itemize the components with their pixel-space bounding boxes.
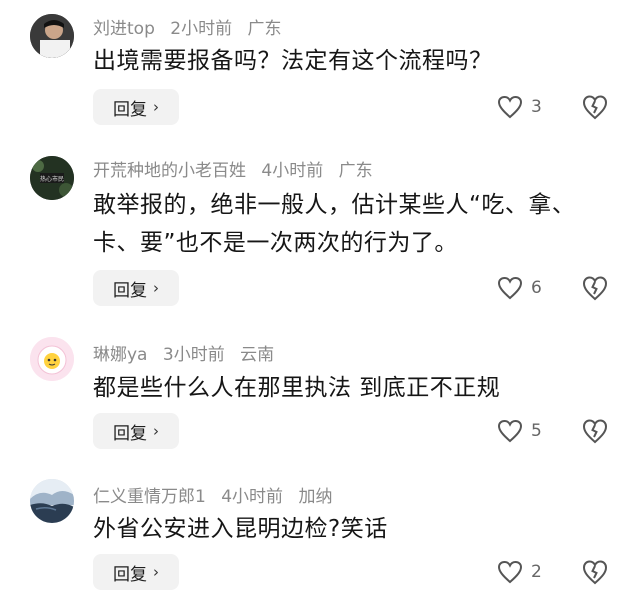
username[interactable]: 琳娜ya [93, 345, 147, 365]
chevron-right-icon: › [153, 98, 159, 116]
chevron-right-icon: › [153, 279, 159, 297]
dislike-button[interactable] [581, 274, 609, 302]
comment-text: 外省公安进入昆明边检?笑话 [93, 516, 388, 542]
timestamp: 4小时前 [261, 161, 324, 181]
comment-text: 出境需要报备吗？法定有这个流程吗？ [93, 48, 493, 74]
broken-heart-icon [582, 95, 608, 120]
heart-icon [497, 95, 523, 119]
reply-button[interactable]: 回复 › [93, 413, 179, 449]
dislike-button[interactable] [581, 558, 609, 586]
like-button[interactable]: 6 [497, 274, 542, 302]
avatar[interactable] [30, 14, 74, 58]
svg-text:热心市民: 热心市民 [40, 175, 64, 183]
reply-label: 回复 [113, 280, 147, 301]
broken-heart-icon [582, 419, 608, 444]
timestamp: 4小时前 [221, 487, 284, 507]
username[interactable]: 刘进top [93, 19, 155, 39]
reply-button[interactable]: 回复 › [93, 270, 179, 306]
heart-icon [497, 419, 523, 443]
timestamp: 3小时前 [162, 345, 225, 365]
reply-button[interactable]: 回复 › [93, 554, 179, 590]
like-count: 6 [531, 278, 542, 298]
like-button[interactable]: 3 [497, 93, 542, 121]
reply-label: 回复 [113, 423, 147, 444]
username[interactable]: 仁义重情万郎1 [93, 487, 206, 507]
comment-meta: 仁义重情万郎1 4小时前 加纳 [93, 482, 342, 507]
location: 加纳 [298, 487, 333, 507]
avatar[interactable]: 热心市民 [30, 156, 74, 200]
reply-button[interactable]: 回复 › [93, 89, 179, 125]
chevron-right-icon: › [153, 422, 159, 440]
timestamp: 2小时前 [170, 19, 233, 39]
reply-label: 回复 [113, 99, 147, 120]
comment-meta: 琳娜ya 3小时前 云南 [93, 340, 284, 365]
chevron-right-icon: › [153, 563, 159, 581]
like-count: 5 [531, 421, 542, 441]
location: 云南 [240, 345, 275, 365]
comment-meta: 开荒种地的小老百姓 4小时前 广东 [93, 156, 383, 181]
location: 广东 [247, 19, 282, 39]
like-button[interactable]: 2 [497, 558, 542, 586]
comment-meta: 刘进top 2小时前 广东 [93, 14, 292, 39]
like-count: 3 [531, 97, 542, 117]
dislike-button[interactable] [581, 417, 609, 445]
comment-text: 都是些什么人在那里执法 到底正不正规 [93, 375, 501, 401]
like-button[interactable]: 5 [497, 417, 542, 445]
broken-heart-icon [582, 560, 608, 585]
avatar[interactable] [30, 337, 74, 381]
reply-label: 回复 [113, 564, 147, 585]
location: 广东 [338, 161, 373, 181]
heart-icon [497, 276, 523, 300]
like-count: 2 [531, 562, 542, 582]
avatar[interactable] [30, 479, 74, 523]
username[interactable]: 开荒种地的小老百姓 [93, 161, 246, 181]
heart-icon [497, 560, 523, 584]
broken-heart-icon [582, 276, 608, 301]
comment-text: 敢举报的，绝非一般人，估计某些人“吃、拿、卡、要”也不是一次两次的行为了。 [93, 192, 576, 256]
dislike-button[interactable] [581, 93, 609, 121]
